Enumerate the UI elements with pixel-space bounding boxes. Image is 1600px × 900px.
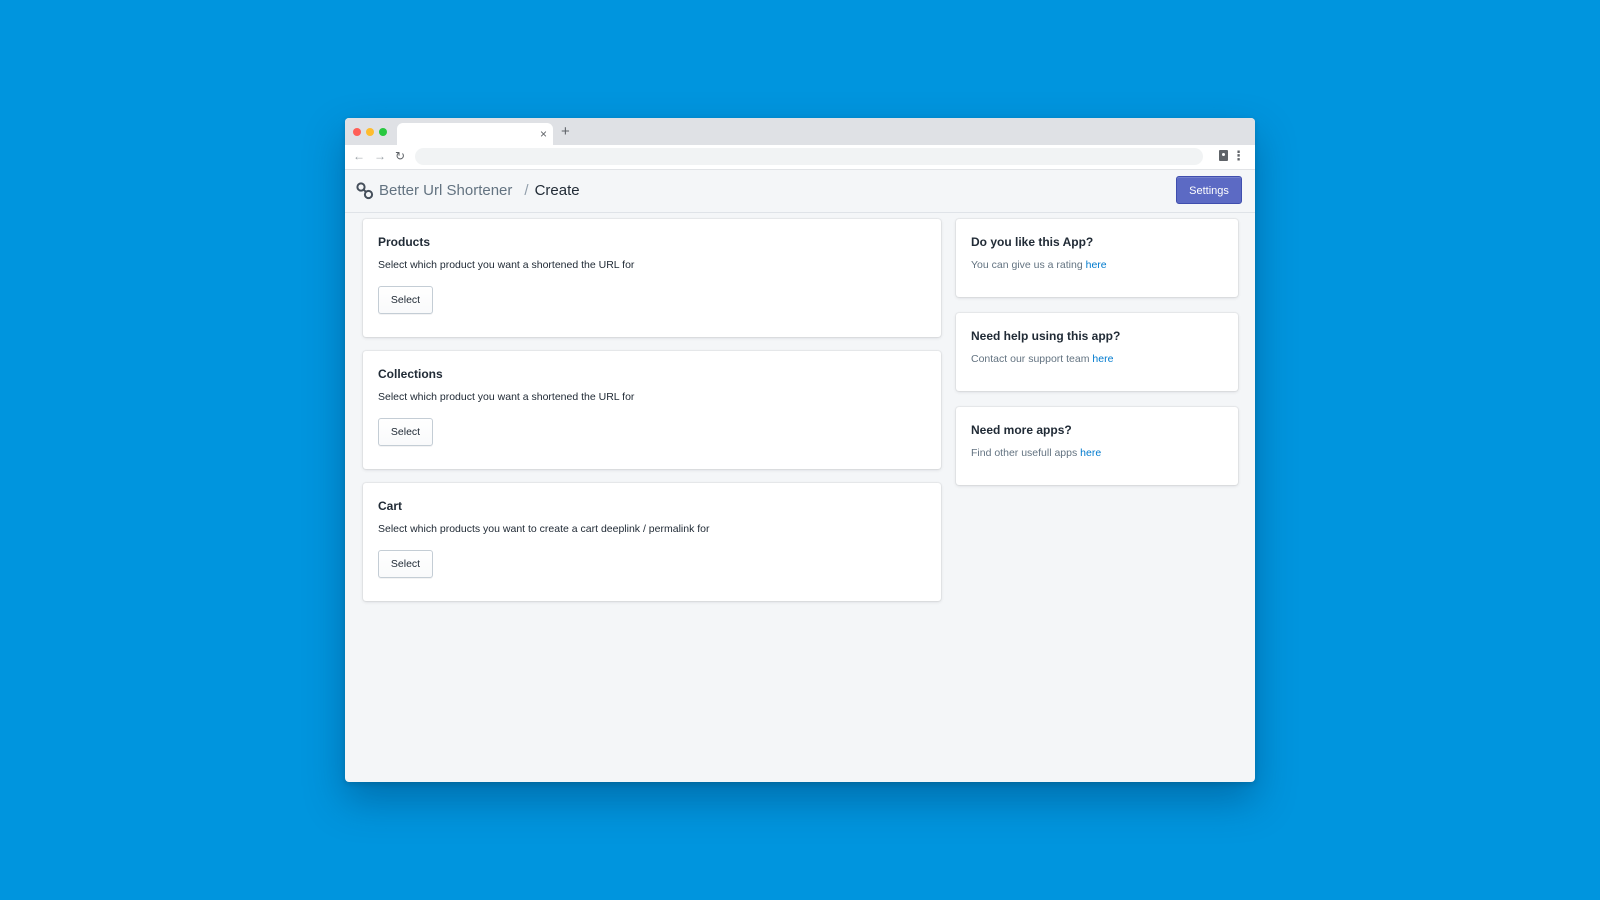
browser-tab-bar: × + xyxy=(345,118,1255,145)
minimize-window-dot[interactable] xyxy=(366,128,374,136)
sidebar: Do you like this App? You can give us a … xyxy=(956,219,1238,501)
card-title: Products xyxy=(378,235,431,249)
rating-card: Do you like this App? You can give us a … xyxy=(956,219,1238,297)
browser-window: × + ← → ↻ ⋮ Better Url Shortener / Create … xyxy=(345,118,1255,782)
card-title: Collections xyxy=(378,367,443,381)
forward-arrow-icon[interactable]: → xyxy=(374,149,386,163)
kebab-menu-icon[interactable]: ⋮ xyxy=(1232,149,1245,163)
maximize-window-dot[interactable] xyxy=(379,128,387,136)
side-card-text-label: Find other usefull apps xyxy=(971,447,1081,459)
side-card-text: You can give us a rating here xyxy=(971,259,1223,272)
back-arrow-icon[interactable]: ← xyxy=(353,149,365,163)
rating-link[interactable]: here xyxy=(1086,259,1107,271)
breadcrumb-separator: / xyxy=(524,182,529,199)
select-products-button[interactable]: Select xyxy=(378,286,433,314)
settings-button[interactable]: Settings xyxy=(1176,176,1242,204)
reload-icon[interactable]: ↻ xyxy=(395,149,405,163)
products-card: Products Select which product you want a… xyxy=(363,219,941,337)
cart-card: Cart Select which products you want to c… xyxy=(363,483,941,601)
new-tab-icon[interactable]: + xyxy=(561,124,570,140)
card-description: Select which product you want a shortene… xyxy=(378,391,635,403)
side-card-title: Need help using this app? xyxy=(971,329,1121,343)
close-window-dot[interactable] xyxy=(353,128,361,136)
side-card-text: Contact our support team here xyxy=(971,353,1223,366)
side-card-text-label: Contact our support team xyxy=(971,353,1093,365)
clipboard-icon[interactable] xyxy=(1219,150,1228,161)
more-apps-card: Need more apps? Find other usefull apps … xyxy=(956,407,1238,485)
collections-card: Collections Select which product you wan… xyxy=(363,351,941,469)
address-bar[interactable] xyxy=(415,148,1203,165)
page-title: Create xyxy=(534,182,580,199)
card-title: Cart xyxy=(378,499,403,513)
main-content: Products Select which product you want a… xyxy=(363,219,941,615)
browser-toolbar: ← → ↻ ⋮ xyxy=(345,145,1255,170)
link-icon xyxy=(356,182,374,200)
help-card: Need help using this app? Contact our su… xyxy=(956,313,1238,391)
side-card-title: Need more apps? xyxy=(971,423,1072,437)
tab-close-icon[interactable]: × xyxy=(540,127,547,141)
side-card-text-label: You can give us a rating xyxy=(971,259,1086,271)
breadcrumb-app-name[interactable]: Better Url Shortener xyxy=(379,182,512,199)
more-apps-link[interactable]: here xyxy=(1080,447,1101,459)
card-description: Select which product you want a shortene… xyxy=(378,259,635,271)
select-collections-button[interactable]: Select xyxy=(378,418,433,446)
side-card-title: Do you like this App? xyxy=(971,235,1094,249)
app-header: Better Url Shortener / Create Settings xyxy=(345,170,1255,213)
select-cart-button[interactable]: Select xyxy=(378,550,433,578)
browser-tab[interactable]: × xyxy=(397,123,553,145)
breadcrumb: Better Url Shortener / Create xyxy=(379,182,580,200)
support-link[interactable]: here xyxy=(1092,353,1113,365)
card-description: Select which products you want to create… xyxy=(378,523,710,535)
side-card-text: Find other usefull apps here xyxy=(971,447,1223,460)
